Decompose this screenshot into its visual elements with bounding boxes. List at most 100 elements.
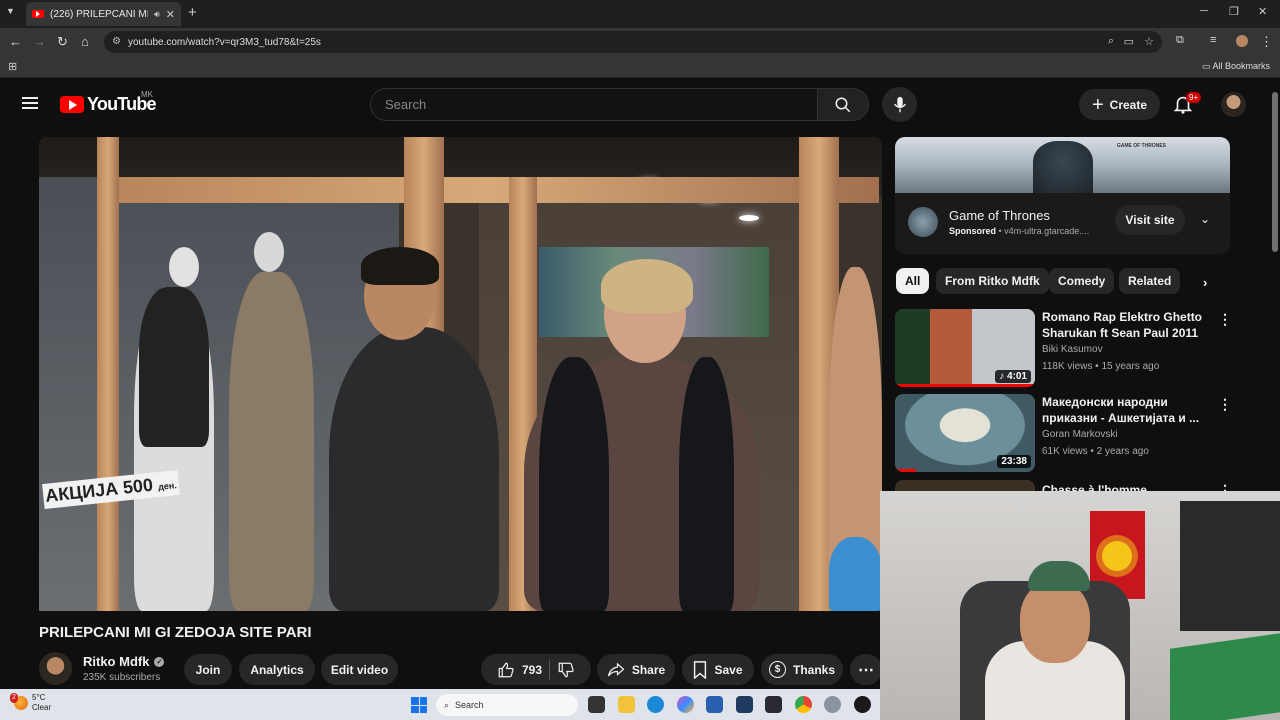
media-controls-icon[interactable]: ≡ <box>1210 34 1216 46</box>
thanks-button[interactable]: $ Thanks <box>761 654 843 685</box>
visit-site-button[interactable]: Visit site <box>1115 205 1185 235</box>
close-tab-icon[interactable]: ✕ <box>166 8 175 21</box>
search-icon: ⌕ <box>444 699 450 710</box>
subscriber-count: 235K subscribers <box>83 672 161 683</box>
ad-banner-image[interactable]: GAME OF THRONES <box>895 137 1230 193</box>
obs-icon[interactable] <box>765 696 782 713</box>
create-button[interactable]: + Create <box>1079 89 1160 120</box>
tab-search-icon[interactable]: ▼ <box>6 6 15 16</box>
search-button[interactable] <box>817 88 869 121</box>
home-icon[interactable]: ⌂ <box>81 34 89 49</box>
all-bookmarks-link[interactable]: ▭ All Bookmarks <box>1202 61 1270 72</box>
video-scene-mannequin-head <box>254 232 284 272</box>
forward-icon[interactable]: → <box>33 34 46 49</box>
video-thumbnail[interactable]: ♪ 4:01 <box>895 309 1035 387</box>
task-view-icon[interactable] <box>588 696 605 713</box>
audio-icon[interactable]: 🔊︎ <box>154 9 160 20</box>
channel-name: Ritko Mdfk <box>83 654 150 669</box>
app-icon[interactable] <box>736 696 753 713</box>
chevron-down-icon[interactable]: ⌄ <box>1200 212 1210 226</box>
bookmark-icon <box>694 660 707 679</box>
store-icon[interactable] <box>706 696 723 713</box>
maximize-icon[interactable]: ❐ <box>1229 5 1239 18</box>
more-vertical-icon[interactable]: ⋮ <box>1218 311 1232 328</box>
youtube-favicon-icon <box>32 10 44 18</box>
ad-sponsored-line: Sponsored • v4m-ultra.gtarcade.... <box>949 226 1090 236</box>
list-item[interactable]: 23:38 Македонски народни приказни - Ашке… <box>895 394 1232 472</box>
ad-banner-brand: GAME OF THRONES <box>1116 143 1166 149</box>
like-button[interactable]: 793 <box>497 661 542 679</box>
like-dislike-group: 793 <box>481 654 591 685</box>
country-code: MK <box>141 90 153 99</box>
bookmark-star-icon[interactable]: ☆ <box>1144 35 1154 48</box>
list-item[interactable]: Chasse à l'homme ⋮ <box>895 480 1230 491</box>
voice-search-button[interactable] <box>882 87 917 122</box>
webcam-wall-dark <box>1180 501 1280 631</box>
more-vertical-icon[interactable]: ⋮ <box>1218 482 1230 491</box>
duration-badge: ♪ 4:01 <box>995 370 1031 383</box>
join-label: Join <box>195 662 221 677</box>
site-info-icon[interactable]: ⚙ <box>112 36 121 47</box>
sponsored-label: Sponsored <box>949 226 997 236</box>
account-avatar[interactable] <box>1221 92 1246 117</box>
app-icon[interactable] <box>854 696 871 713</box>
new-tab-button[interactable]: + <box>188 4 197 21</box>
channel-avatar[interactable] <box>39 652 72 685</box>
thumbs-down-icon[interactable] <box>557 661 575 679</box>
chip-comedy[interactable]: Comedy <box>1049 268 1115 294</box>
cast-icon[interactable]: ▭ <box>1124 35 1134 48</box>
browser-menu-icon[interactable]: ⋮ <box>1260 34 1273 50</box>
apps-grid-icon[interactable]: ⊞ <box>8 60 17 73</box>
video-thumbnail[interactable]: 23:38 <box>895 394 1035 472</box>
settings-gear-icon[interactable] <box>824 696 841 713</box>
sponsored-ad-card[interactable]: GAME OF THRONES Game of Thrones Sponsore… <box>895 137 1230 254</box>
more-horizontal-icon: ⋯ <box>858 661 874 679</box>
close-window-icon[interactable]: ✕ <box>1258 5 1267 18</box>
url-text: youtube.com/watch?v=qr3M3_tud78&t=25s <box>128 36 321 48</box>
edge-icon[interactable] <box>647 696 664 713</box>
chevron-right-icon[interactable]: › <box>1203 275 1207 290</box>
save-button[interactable]: Save <box>682 654 754 685</box>
analytics-button[interactable]: Analytics <box>239 654 315 685</box>
rec-meta: 61K views • 2 years ago <box>1042 446 1149 457</box>
menu-icon[interactable] <box>22 97 38 109</box>
webcam-flag-sun <box>1102 541 1132 571</box>
address-bar[interactable]: ⚙ youtube.com/watch?v=qr3M3_tud78&t=25s … <box>104 31 1162 53</box>
chip-related[interactable]: Related <box>1119 268 1181 294</box>
browser-tab[interactable]: (226) PRILEPCANI MI GI ZE 🔊︎ ✕ <box>26 2 181 26</box>
minimize-icon[interactable]: ─ <box>1200 5 1208 17</box>
video-scene-man-hair <box>361 247 439 285</box>
file-explorer-icon[interactable] <box>618 696 635 713</box>
chrome-icon[interactable] <box>795 696 812 713</box>
video-thumbnail[interactable] <box>895 480 1035 491</box>
list-item[interactable]: ♪ 4:01 Romano Rap Elektro Ghetto Sharuka… <box>895 309 1232 387</box>
channel-name-link[interactable]: Ritko Mdfk ✓ <box>83 654 165 669</box>
youtube-logo[interactable]: YouTube MK <box>60 90 157 115</box>
ad-domain: v4m-ultra.gtarcade.... <box>1004 226 1090 236</box>
join-button[interactable]: Join <box>184 654 232 685</box>
rec-title: Македонски народни приказни - Ашкетијата… <box>1042 395 1200 425</box>
taskbar-search[interactable]: ⌕ Search <box>436 694 578 716</box>
extensions-icon[interactable]: ⧉ <box>1176 34 1184 47</box>
share-button[interactable]: Share <box>597 654 675 685</box>
weather-widget[interactable]: 2 5°C Clear <box>10 693 52 713</box>
windows-start-icon[interactable] <box>411 697 427 713</box>
video-player[interactable]: АКЦИЈА 500 ден. <box>39 137 882 611</box>
reload-icon[interactable]: ↻ <box>57 34 68 50</box>
edit-video-button[interactable]: Edit video <box>321 654 398 685</box>
more-actions-button[interactable]: ⋯ <box>850 654 882 685</box>
chip-from-channel[interactable]: From Ritko Mdfk <box>936 268 1049 294</box>
back-icon[interactable]: ← <box>9 34 22 49</box>
video-scene-cameraman-shirt <box>829 537 882 611</box>
tab-title: (226) PRILEPCANI MI GI ZE <box>50 8 149 20</box>
zoom-icon[interactable]: ⌕ <box>1108 35 1114 48</box>
chip-all[interactable]: All <box>896 268 930 294</box>
more-vertical-icon[interactable]: ⋮ <box>1218 396 1232 413</box>
video-scene-light <box>739 215 759 221</box>
weather-condition: Clear <box>32 703 52 712</box>
scrollbar-thumb[interactable] <box>1272 92 1278 252</box>
search-input[interactable] <box>385 97 817 112</box>
profile-avatar[interactable] <box>1236 35 1248 47</box>
webcam-table <box>1170 633 1280 720</box>
copilot-icon[interactable] <box>677 696 694 713</box>
